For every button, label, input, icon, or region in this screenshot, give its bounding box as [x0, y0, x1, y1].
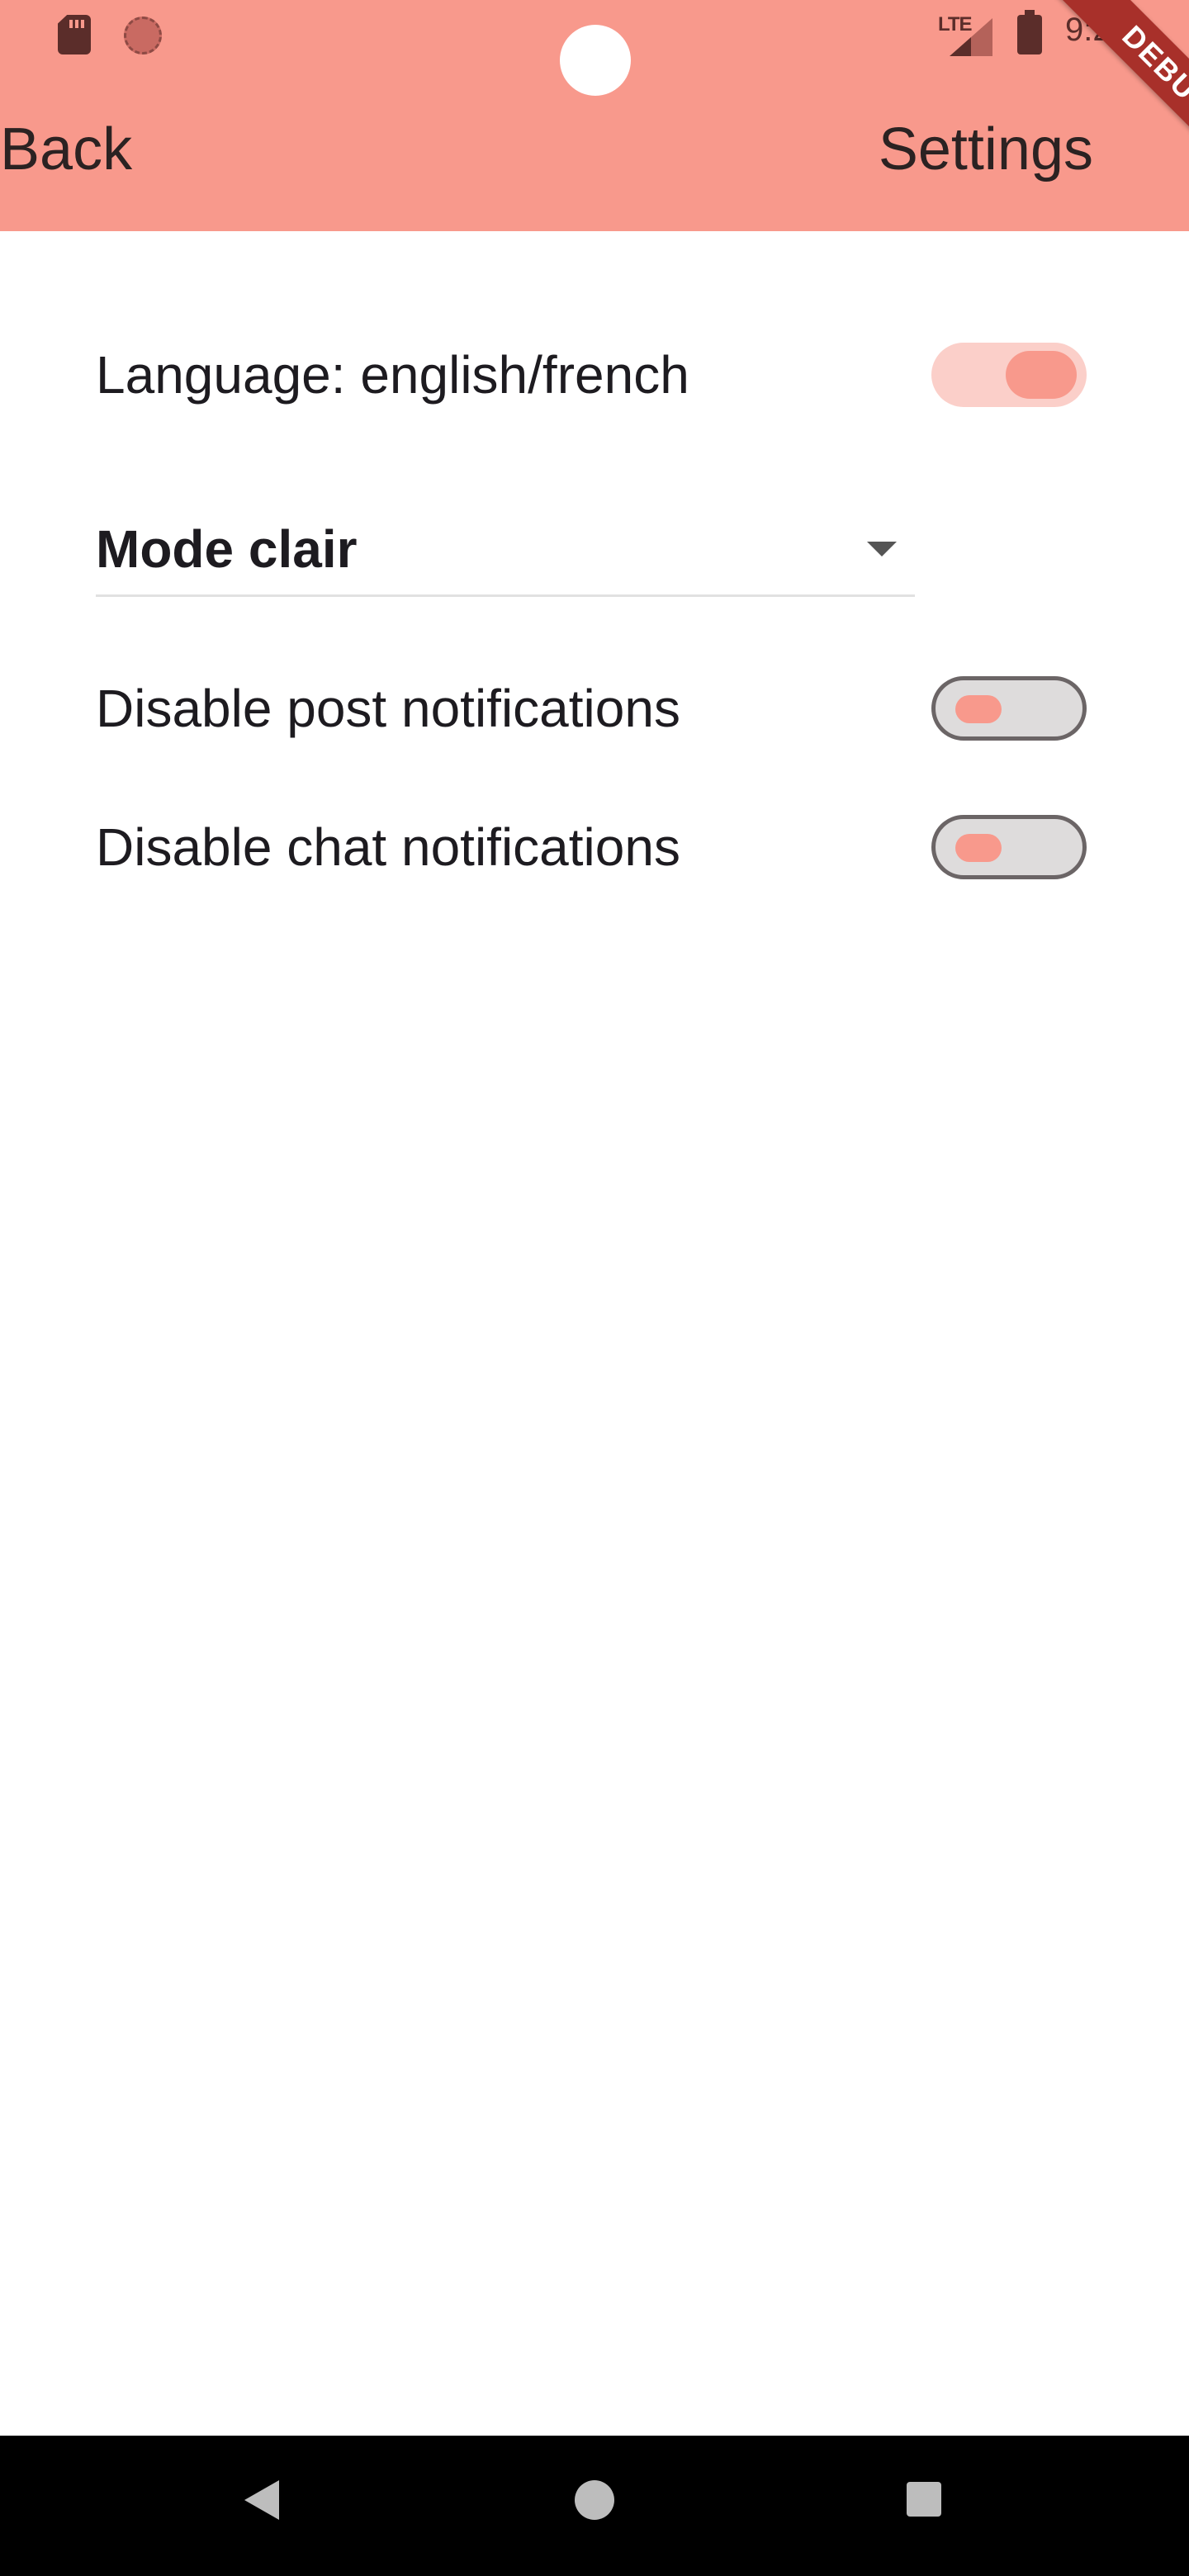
- language-toggle[interactable]: [931, 343, 1087, 407]
- app-bar: LTE 9:28 Back Settings DEBUG: [0, 0, 1189, 231]
- toggle-thumb: [1006, 351, 1077, 399]
- sd-card-icon: [58, 15, 91, 54]
- sync-icon: [124, 17, 162, 54]
- chat-notifications-toggle[interactable]: [931, 815, 1087, 879]
- toggle-thumb: [955, 695, 1002, 723]
- page-title: Settings: [878, 116, 1093, 182]
- post-notifications-row: Disable post notifications: [96, 659, 1087, 758]
- system-nav-bar: [0, 2436, 1189, 2576]
- theme-dropdown[interactable]: Mode clair: [96, 494, 915, 597]
- nav-home-icon[interactable]: [575, 2480, 614, 2520]
- post-notifications-toggle[interactable]: [931, 676, 1087, 741]
- network-type: LTE: [938, 13, 973, 36]
- battery-icon: [1017, 10, 1042, 54]
- nav-back-icon[interactable]: [244, 2480, 279, 2520]
- chat-notifications-label: Disable chat notifications: [96, 817, 680, 877]
- language-setting-row: Language: english/french: [96, 325, 1087, 424]
- nav-recents-icon[interactable]: [907, 2482, 941, 2517]
- camera-cutout: [560, 25, 631, 96]
- language-label: Language: english/french: [96, 345, 689, 405]
- back-button[interactable]: Back: [0, 116, 132, 183]
- toggle-thumb: [955, 834, 1002, 862]
- dropdown-arrow-icon: [867, 542, 897, 556]
- theme-dropdown-value: Mode clair: [96, 519, 358, 579]
- chat-notifications-row: Disable chat notifications: [96, 798, 1087, 897]
- post-notifications-label: Disable post notifications: [96, 679, 680, 738]
